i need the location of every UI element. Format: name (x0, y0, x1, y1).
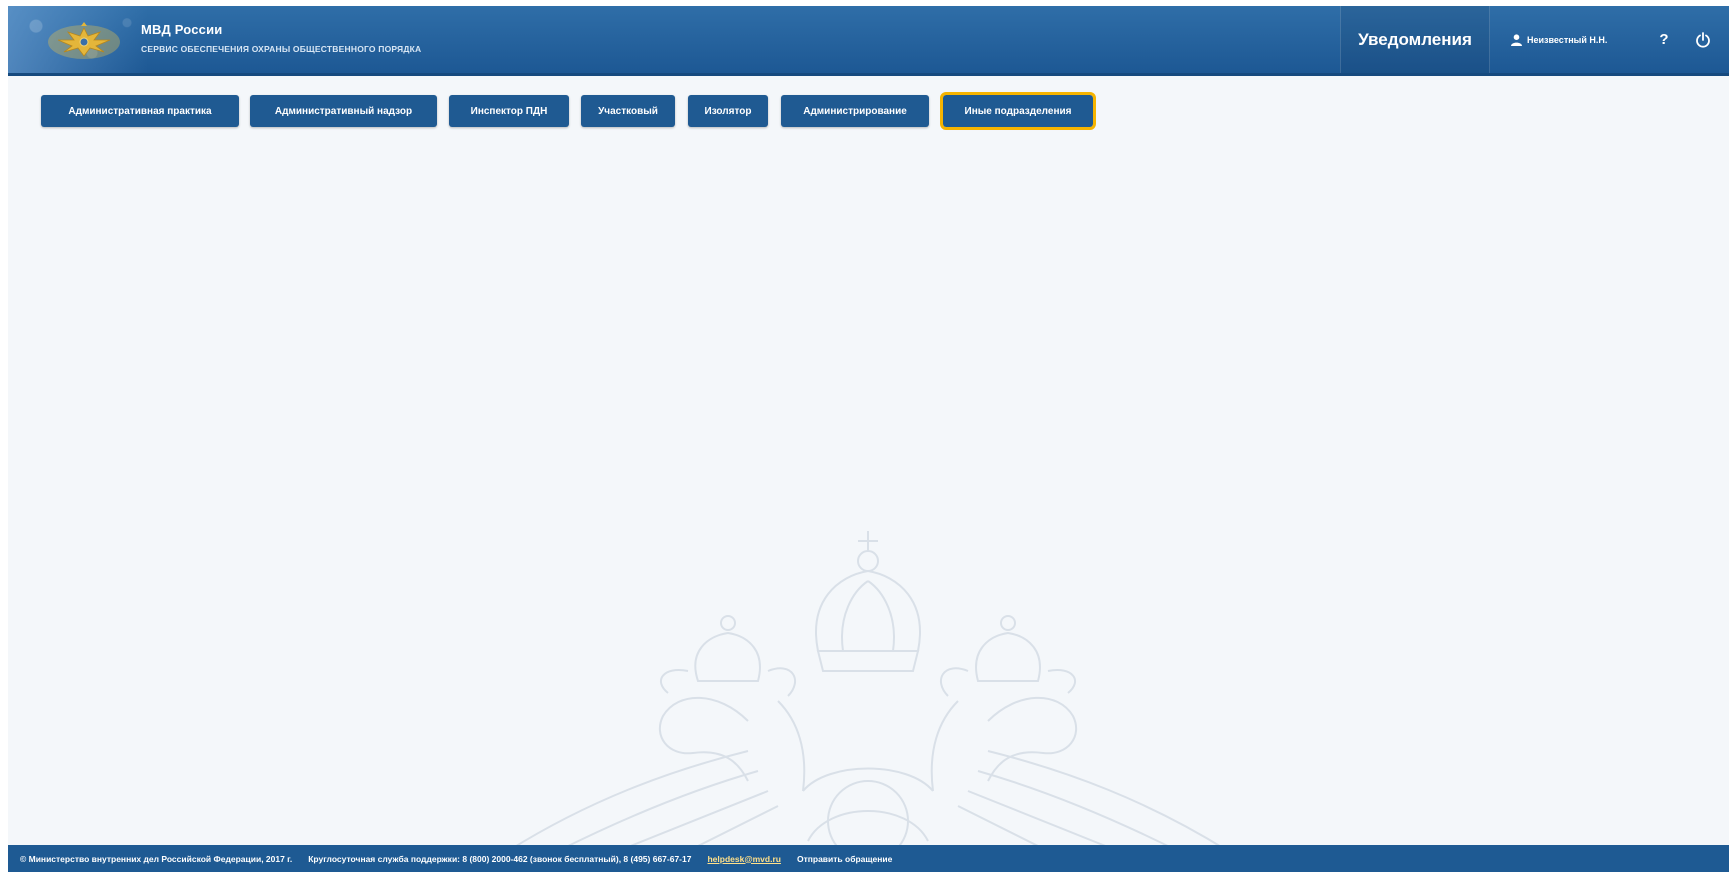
footer-email-link[interactable]: helpdesk@mvd.ru (707, 854, 780, 864)
nav-isolator-button[interactable]: Изолятор (688, 95, 768, 127)
eagle-emblem-icon[interactable] (44, 20, 124, 62)
nav-district-officer-button[interactable]: Участковый (581, 95, 675, 127)
footer: © Министерство внутренних дел Российской… (8, 845, 1729, 872)
notifications-button[interactable]: Уведомления (1340, 6, 1490, 73)
nav-pdn-inspector-button[interactable]: Инспектор ПДН (449, 95, 569, 127)
user-icon (1511, 34, 1522, 46)
app-frame: МВД России сервис обеспечения охраны общ… (8, 6, 1729, 872)
brand-subtitle: сервис обеспечения охраны общественного … (141, 44, 422, 54)
top-header: МВД России сервис обеспечения охраны общ… (8, 6, 1729, 76)
send-request-link[interactable]: Отправить обращение (797, 854, 892, 864)
footer-copyright: © Министерство внутренних дел Российской… (20, 853, 293, 864)
user-name: Неизвестный Н.Н. (1527, 35, 1608, 45)
nav-admin-supervision-button[interactable]: Административный надзор (250, 95, 437, 127)
user-menu[interactable]: Неизвестный Н.Н. (1511, 30, 1607, 50)
help-icon[interactable]: ? (1656, 30, 1672, 50)
power-icon[interactable] (1695, 32, 1711, 48)
footer-support: Круглосуточная служба поддержки: 8 (800)… (308, 853, 692, 864)
nav-admin-practice-button[interactable]: Административная практика (41, 95, 239, 127)
nav-administration-button[interactable]: Администрирование (781, 95, 929, 127)
brand-title: МВД России (141, 22, 223, 37)
double-headed-eagle-watermark (507, 531, 1229, 851)
nav-other-units-button[interactable]: Иные подразделения (940, 92, 1096, 130)
